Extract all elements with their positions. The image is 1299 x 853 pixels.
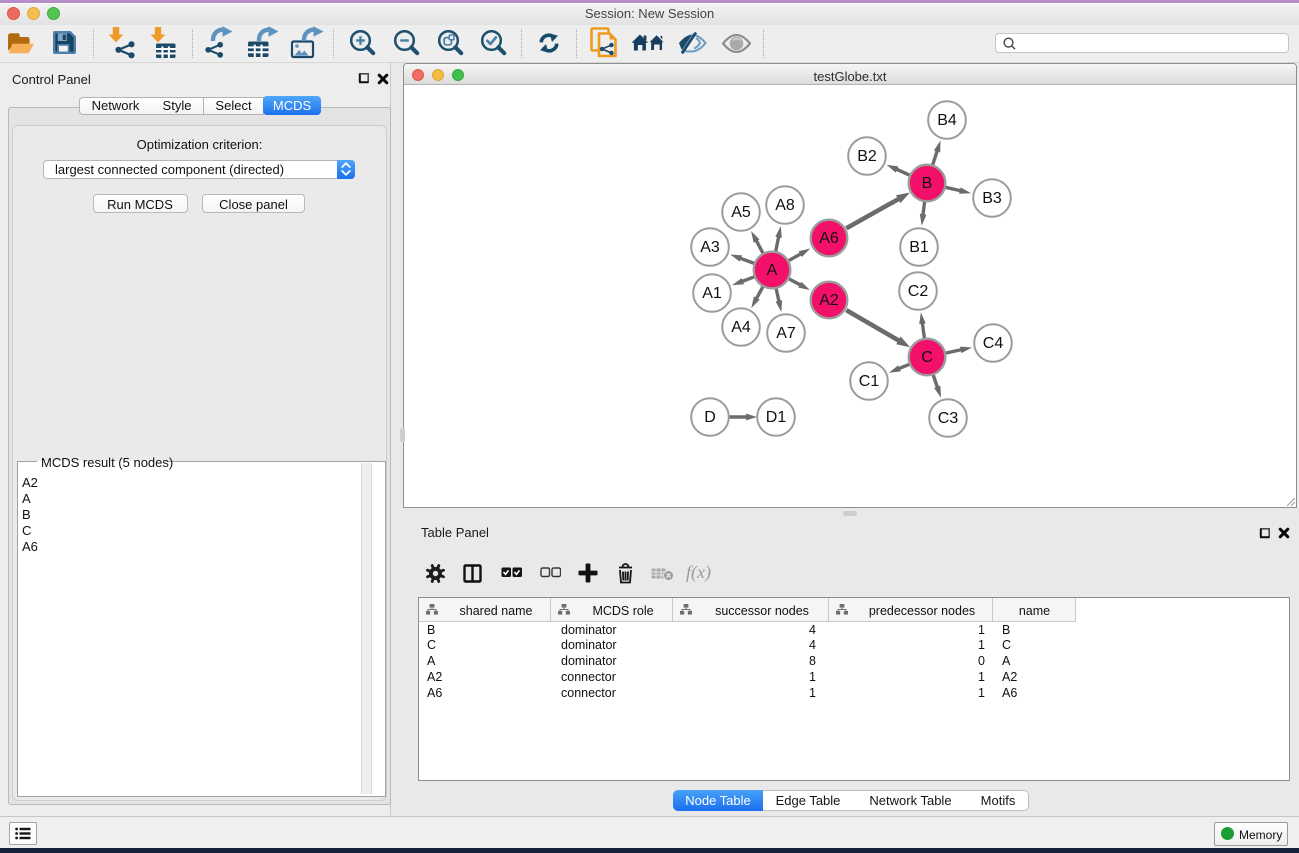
- svg-text:B2: B2: [857, 148, 877, 165]
- svg-text:A3: A3: [700, 239, 720, 256]
- svg-text:C2: C2: [908, 283, 929, 300]
- svg-text:C4: C4: [983, 335, 1004, 352]
- svg-text:D: D: [704, 409, 716, 426]
- svg-text:A8: A8: [775, 197, 795, 214]
- svg-text:C: C: [921, 349, 933, 366]
- svg-text:B1: B1: [909, 239, 929, 256]
- svg-text:B3: B3: [982, 190, 1002, 207]
- svg-text:A1: A1: [702, 285, 722, 302]
- svg-text:A7: A7: [776, 325, 796, 342]
- svg-text:A2: A2: [819, 292, 839, 309]
- svg-text:A5: A5: [731, 204, 751, 221]
- svg-text:B: B: [922, 175, 933, 192]
- svg-text:C1: C1: [859, 373, 880, 390]
- svg-text:B4: B4: [937, 112, 957, 129]
- svg-text:A4: A4: [731, 319, 751, 336]
- svg-text:A6: A6: [819, 230, 839, 247]
- svg-text:C3: C3: [938, 410, 959, 427]
- svg-text:A: A: [767, 262, 778, 279]
- svg-text:D1: D1: [766, 409, 787, 426]
